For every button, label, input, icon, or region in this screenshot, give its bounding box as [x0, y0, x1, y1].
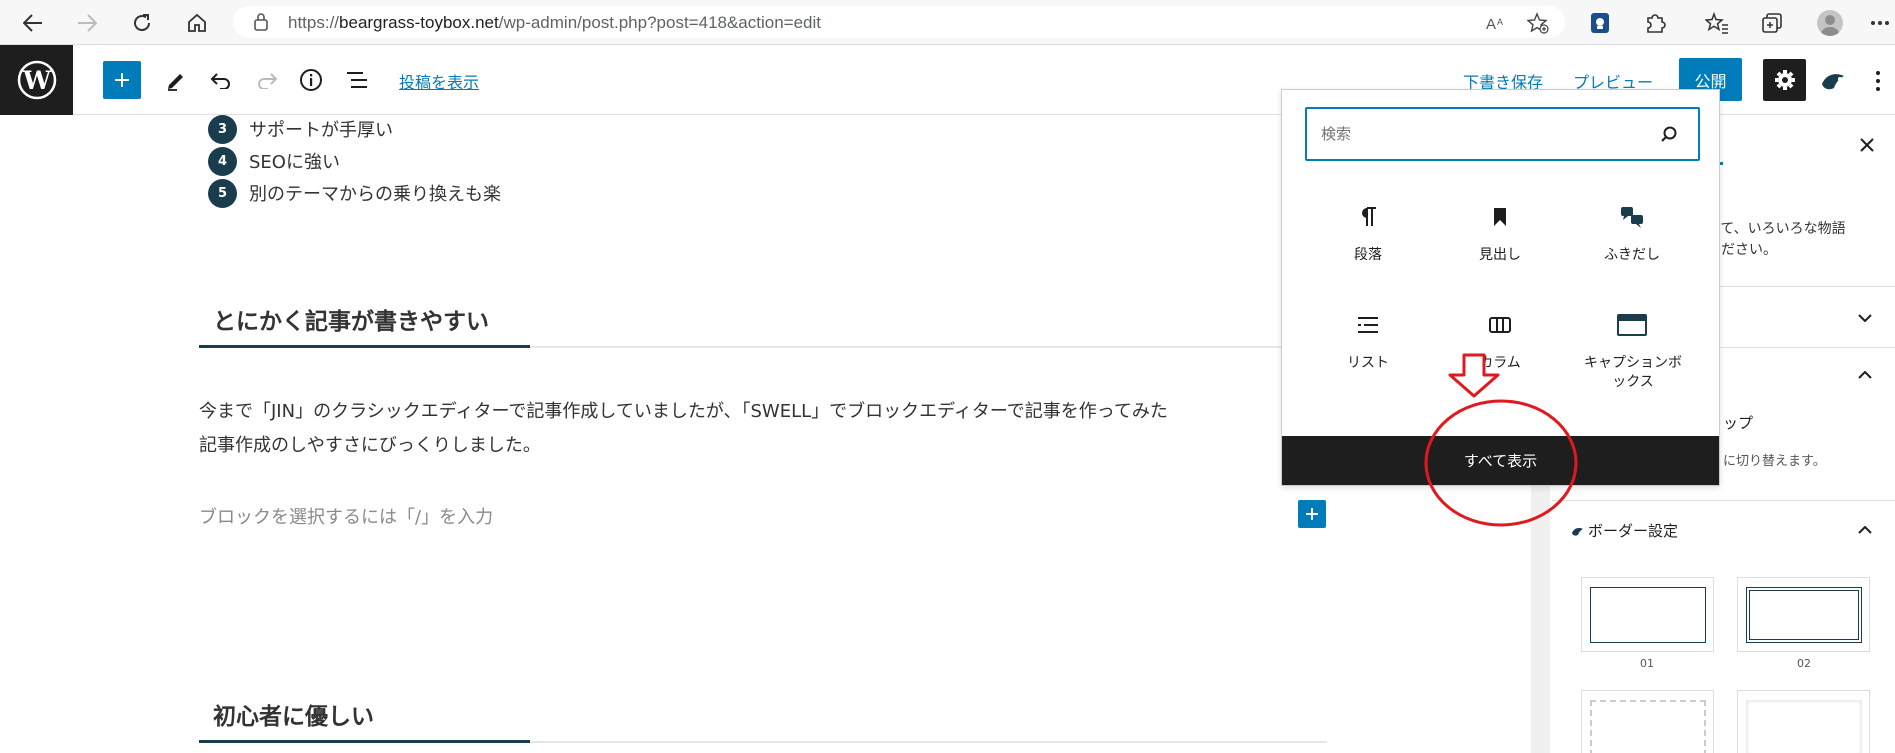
- options-vertical-dots-icon[interactable]: [1866, 65, 1890, 97]
- heading-accent-line: [199, 740, 530, 743]
- block-item-columns[interactable]: カラム: [1434, 312, 1566, 412]
- list-item-text[interactable]: 別のテーマからの乗り換えも楽: [249, 180, 501, 206]
- svg-text:A: A: [1497, 17, 1503, 27]
- chevron-down-icon[interactable]: [1855, 308, 1875, 328]
- border-style-option[interactable]: [1581, 577, 1714, 652]
- browse-all-button[interactable]: すべて表示: [1282, 436, 1719, 485]
- wordpress-logo-icon[interactable]: W: [0, 45, 73, 115]
- url-text[interactable]: https://beargrass-toybox.net/wp-admin/po…: [288, 13, 821, 33]
- block-item-caption-box[interactable]: キャプションボックス: [1566, 312, 1698, 412]
- list-item[interactable]: 5 別のテーマからの乗り換えも楽: [208, 178, 501, 208]
- list-number-badge: 5: [208, 178, 237, 208]
- undo-icon[interactable]: [203, 62, 239, 98]
- heading-text[interactable]: 初心者に優しい: [213, 697, 374, 731]
- block-inserter-popover: 段落 見出し ふきだし リスト カラム: [1281, 89, 1720, 486]
- block-search-input[interactable]: [1321, 109, 1621, 159]
- list-item-text[interactable]: サポートが手厚い: [249, 116, 393, 142]
- favorites-icon[interactable]: [1702, 8, 1732, 38]
- block-description: って、いろいろな物語 ください。: [1707, 221, 1846, 258]
- block-item-label: カラム: [1479, 355, 1521, 371]
- lock-icon[interactable]: [253, 13, 269, 35]
- speech-balloon-icon: [1619, 204, 1645, 230]
- list-item-text[interactable]: SEOに強い: [249, 148, 340, 174]
- heading-icon: [1487, 204, 1513, 230]
- columns-icon: [1487, 312, 1513, 338]
- forward-arrow-icon[interactable]: [72, 8, 102, 38]
- search-icon[interactable]: [1658, 123, 1680, 145]
- favorite-star-add-icon[interactable]: [1526, 11, 1550, 35]
- border-style-label: 02: [1797, 657, 1811, 670]
- block-item-label: 段落: [1354, 247, 1382, 263]
- block-item-list[interactable]: リスト: [1302, 312, 1434, 412]
- block-item-speech-balloon[interactable]: ふきだし: [1566, 204, 1698, 304]
- settings-gear-icon[interactable]: [1763, 59, 1806, 101]
- sidebar-setting-help: に切り替えます。: [1723, 454, 1826, 469]
- profile-avatar[interactable]: [1817, 10, 1843, 36]
- browser-toolbar: https://beargrass-toybox.net/wp-admin/po…: [0, 0, 1895, 45]
- chevron-up-icon[interactable]: [1855, 365, 1875, 385]
- redo-icon[interactable]: [249, 62, 285, 98]
- block-search[interactable]: [1305, 107, 1700, 161]
- border-style-label: 01: [1640, 657, 1654, 670]
- list-item[interactable]: 4 SEOに強い: [208, 146, 340, 176]
- refresh-icon[interactable]: [127, 8, 157, 38]
- extension-shield-icon[interactable]: [1585, 8, 1615, 38]
- close-icon[interactable]: [1855, 133, 1879, 157]
- border-style-option[interactable]: [1737, 690, 1870, 753]
- block-inserter-toggle-plus-icon[interactable]: [103, 61, 141, 99]
- empty-block-placeholder[interactable]: ブロックを選択するには「/」を入力: [199, 503, 493, 529]
- heading-block[interactable]: 初心者に優しい: [199, 691, 1327, 743]
- details-info-icon[interactable]: [293, 62, 329, 98]
- border-settings-title[interactable]: ボーダー設定: [1588, 520, 1678, 541]
- block-item-label: ふきだし: [1604, 247, 1660, 263]
- list-number-badge: 4: [208, 146, 237, 176]
- home-icon[interactable]: [182, 8, 212, 38]
- more-dots-icon[interactable]: [1865, 8, 1895, 38]
- svg-text:W: W: [21, 66, 51, 95]
- collections-icon[interactable]: [1757, 8, 1787, 38]
- swell-logo-icon[interactable]: [1818, 65, 1850, 97]
- extensions-puzzle-icon[interactable]: [1640, 8, 1670, 38]
- list-number-badge: 3: [208, 114, 237, 144]
- block-item-label: キャプションボックス: [1584, 355, 1682, 390]
- paragraph-line[interactable]: 今まで「JIN」のクラシックエディターで記事作成していましたが、「SWELL」で…: [199, 395, 1329, 429]
- edit-pencil-icon[interactable]: [158, 62, 194, 98]
- paragraph-block[interactable]: 今まで「JIN」のクラシックエディターで記事作成していましたが、「SWELL」で…: [199, 395, 1329, 463]
- sidebar-divider: [1552, 500, 1895, 501]
- list-icon: [1355, 312, 1381, 338]
- heading-accent-line: [199, 345, 530, 348]
- border-style-option[interactable]: [1737, 577, 1870, 652]
- block-item-label: リスト: [1347, 355, 1389, 371]
- heading-block[interactable]: とにかく記事が書きやすい: [199, 296, 1327, 348]
- border-style-option[interactable]: [1581, 690, 1714, 753]
- view-post-link[interactable]: 投稿を表示: [399, 69, 479, 93]
- caption-box-icon: [1616, 312, 1648, 338]
- chevron-up-icon[interactable]: [1855, 520, 1875, 540]
- sidebar-setting-label: ップ: [1723, 414, 1754, 432]
- svg-text:A: A: [1486, 16, 1496, 32]
- block-item-label: 見出し: [1479, 247, 1521, 263]
- back-arrow-icon[interactable]: [18, 8, 48, 38]
- paragraph-icon: [1355, 204, 1381, 230]
- address-bar[interactable]: https://beargrass-toybox.net/wp-admin/po…: [233, 6, 1565, 38]
- list-view-icon[interactable]: [339, 62, 375, 98]
- inline-inserter-plus-icon[interactable]: [1298, 500, 1326, 528]
- heading-text[interactable]: とにかく記事が書きやすい: [213, 302, 489, 336]
- block-item-heading[interactable]: 見出し: [1434, 204, 1566, 304]
- paragraph-line[interactable]: 記事作成のしやすさにびっくりしました。: [199, 429, 1329, 463]
- list-item[interactable]: 3 サポートが手厚い: [208, 114, 393, 144]
- read-aloud-icon[interactable]: AA: [1485, 11, 1509, 35]
- swell-small-icon: [1571, 522, 1585, 541]
- block-item-paragraph[interactable]: 段落: [1302, 204, 1434, 304]
